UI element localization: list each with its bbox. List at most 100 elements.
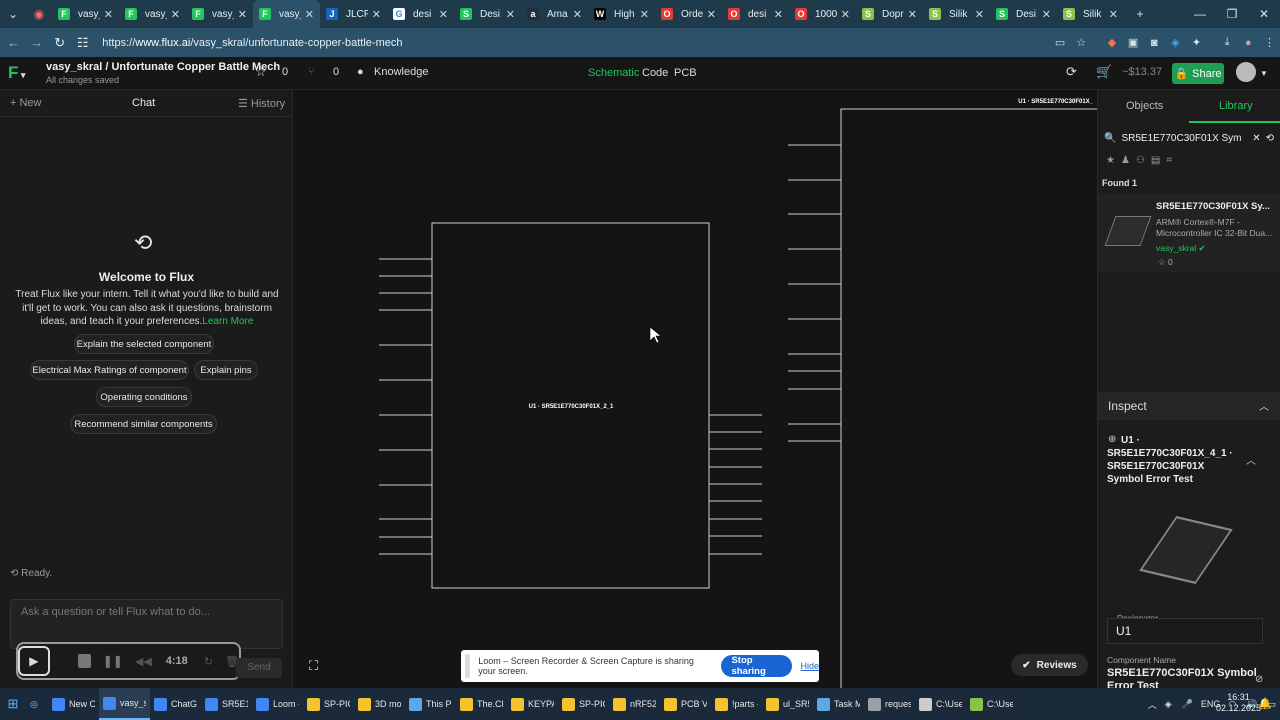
project-title[interactable]: vasy_skral / Unfortunate Copper Battle M… <box>46 61 280 73</box>
browser-tab[interactable]: Fvasy_ ✕ <box>119 0 186 28</box>
tab-close-icon[interactable]: ✕ <box>238 8 247 21</box>
browser-tab[interactable]: J JLCPC ✕ <box>320 0 387 28</box>
tab-close-icon[interactable]: ✕ <box>305 8 314 21</box>
tab-close-icon[interactable]: ✕ <box>573 8 582 21</box>
extension-icon[interactable]: ◆ <box>1101 36 1122 49</box>
component-name-field[interactable]: SR5E1E770C30F01X Symbol Error Test <box>1107 667 1257 688</box>
taskbar-app[interactable]: PCB V1 <box>660 688 711 720</box>
tab-close-icon[interactable]: ✕ <box>1042 8 1051 21</box>
taskbar-app[interactable]: ChatGF <box>150 688 201 720</box>
tab-close-icon[interactable]: ✕ <box>975 8 984 21</box>
chat-tab[interactable]: Chat <box>132 97 155 109</box>
collapse-icon[interactable]: ︿ <box>1246 452 1256 467</box>
knowledge-button[interactable]: Knowledge <box>374 66 428 78</box>
rewind-icon[interactable]: ◀◀ <box>135 655 152 668</box>
tab-close-icon[interactable]: ✕ <box>640 8 649 21</box>
taskbar-app[interactable]: Loom - <box>252 688 303 720</box>
tray-icons[interactable]: ◈ 🎤 <box>1161 688 1197 720</box>
tab-close-icon[interactable]: ✕ <box>439 8 448 21</box>
taskbar-app[interactable]: C:\User <box>915 688 966 720</box>
chevron-down-icon[interactable]: ▼ <box>1260 69 1268 78</box>
restore-button[interactable]: ❐ <box>1216 7 1248 21</box>
taskbar-app[interactable]: ◎ <box>26 688 48 720</box>
url-field[interactable]: https://www.flux.ai/vasy_skral/unfortuna… <box>102 32 1049 54</box>
send-button[interactable]: Send <box>236 658 282 678</box>
close-window-button[interactable]: ✕ <box>1248 7 1280 21</box>
sync-icon[interactable]: ⟳ <box>1066 64 1077 80</box>
minimize-button[interactable]: — <box>1184 7 1216 21</box>
browser-tab[interactable]: Fvasy_ ✕ <box>186 0 253 28</box>
profile-avatar[interactable]: ● <box>1238 37 1259 49</box>
record-icon[interactable]: ◉ <box>26 7 52 21</box>
browser-tab[interactable]: O Orde ✕ <box>655 0 722 28</box>
browser-tab[interactable]: S Dopr ✕ <box>856 0 923 28</box>
taskbar-app[interactable]: SR5E1E <box>201 688 252 720</box>
puzzle-icon[interactable]: ✦ <box>1186 36 1207 49</box>
tab-close-icon[interactable]: ✕ <box>171 8 180 21</box>
taskbar-app[interactable]: 3D mo <box>354 688 405 720</box>
tab-search-chevron-icon[interactable]: ⌄ <box>0 7 26 21</box>
learn-more-link[interactable]: Learn More <box>202 316 253 327</box>
new-tab-button[interactable]: + <box>1124 7 1156 21</box>
browser-tab[interactable]: S Silik ✕ <box>1057 0 1124 28</box>
camera-icon[interactable]: ◙ <box>1144 37 1165 49</box>
refresh-icon[interactable]: ⟲ <box>1266 133 1274 144</box>
tab-close-icon[interactable]: ✕ <box>908 8 917 21</box>
browser-tab[interactable]: S Desi ✕ <box>990 0 1057 28</box>
taskbar-app[interactable]: ul_SR5I <box>762 688 813 720</box>
library-result-item[interactable]: SR5E1E770C30F01X Sy... ARM® Cortex®-M7F … <box>1098 194 1280 272</box>
filter-star-icon[interactable]: ★ <box>1106 155 1121 166</box>
designator-field[interactable]: U1 <box>1107 618 1263 644</box>
browser-tab[interactable]: a Ama ✕ <box>521 0 588 28</box>
share-button[interactable]: 🔒 Share <box>1172 63 1224 84</box>
browser-tab[interactable]: Fvasy_ ✕ <box>52 0 119 28</box>
fork-icon[interactable]: ⑂ <box>308 66 315 78</box>
tab-close-icon[interactable]: ✕ <box>506 8 515 21</box>
star-button[interactable]: ☆ <box>255 64 267 80</box>
inspect-header[interactable]: Inspect ︿ <box>1098 392 1280 420</box>
stop-sharing-button[interactable]: Stop sharing <box>721 655 793 677</box>
taskbar-app[interactable]: C:\User <box>966 688 1017 720</box>
site-info-icon[interactable]: ☷ <box>71 35 94 51</box>
flux-logo-icon[interactable]: F ▾ <box>8 63 25 83</box>
browser-tab[interactable]: Odesi ✕ <box>722 0 789 28</box>
tab-close-icon[interactable]: ✕ <box>774 8 783 21</box>
new-chat-button[interactable]: + New <box>10 97 42 109</box>
history-button[interactable]: ☰ History <box>238 97 285 110</box>
tab-schematic[interactable]: Schematic <box>588 67 639 79</box>
extension-icon[interactable]: ◈ <box>1165 36 1186 49</box>
visibility-off-icon[interactable]: ⊘ <box>1255 674 1263 685</box>
tab-close-icon[interactable]: ✕ <box>372 8 381 21</box>
taskbar-app[interactable]: reques <box>864 688 915 720</box>
reviews-button[interactable]: ✔ Reviews <box>1011 654 1088 676</box>
cart-icon[interactable]: 🛒 <box>1096 64 1112 80</box>
browser-tab[interactable]: S Desi ✕ <box>454 0 521 28</box>
suggestion-explain-pins[interactable]: Explain pins <box>194 360 258 380</box>
suggestion-similar-components[interactable]: Recommend similar components <box>70 414 217 434</box>
back-icon[interactable]: ← <box>2 35 25 50</box>
browser-tab[interactable]: O 1000 ✕ <box>789 0 856 28</box>
menu-dots-icon[interactable]: ⋮ <box>1259 36 1280 49</box>
tab-objects[interactable]: Objects <box>1126 100 1163 112</box>
tab-close-icon[interactable]: ✕ <box>707 8 716 21</box>
library-search-input[interactable]: SR5E1E770C30F01X Sym <box>1121 133 1247 144</box>
filter-chip-icon[interactable]: ▤ <box>1151 155 1166 166</box>
schematic-drawing[interactable]: U1 · SR5E1E770C30F01X_2_1 U1 · SR5E1E770… <box>293 90 1112 700</box>
taskbar-app[interactable]: SP-PICI <box>303 688 354 720</box>
taskbar-app[interactable]: vasy_sk <box>99 688 150 720</box>
taskbar-app[interactable]: The.Ch <box>456 688 507 720</box>
tray-chevron-icon[interactable]: ︿ <box>1144 688 1161 720</box>
schematic-canvas[interactable]: U1 · SR5E1E770C30F01X_2_1 U1 · SR5E1E770… <box>293 90 1112 700</box>
browser-tab[interactable]: Gdesi ✕ <box>387 0 454 28</box>
restart-icon[interactable]: ↻ <box>204 655 213 668</box>
browser-tab[interactable]: W High ✕ <box>588 0 655 28</box>
forward-icon[interactable]: → <box>25 35 48 50</box>
tab-close-icon[interactable]: ✕ <box>104 8 113 21</box>
browser-tab[interactable]: S Silik ✕ <box>923 0 990 28</box>
notification-bell-icon[interactable]: 🔔 <box>1258 697 1272 710</box>
pause-icon[interactable]: ❚❚ <box>103 654 123 668</box>
taskbar-app[interactable]: !parts - <box>711 688 762 720</box>
camera-toggle-icon[interactable]: ▶ <box>18 646 50 676</box>
tab-library[interactable]: Library <box>1219 100 1253 112</box>
taskbar-app[interactable]: KEYPAI <box>507 688 558 720</box>
